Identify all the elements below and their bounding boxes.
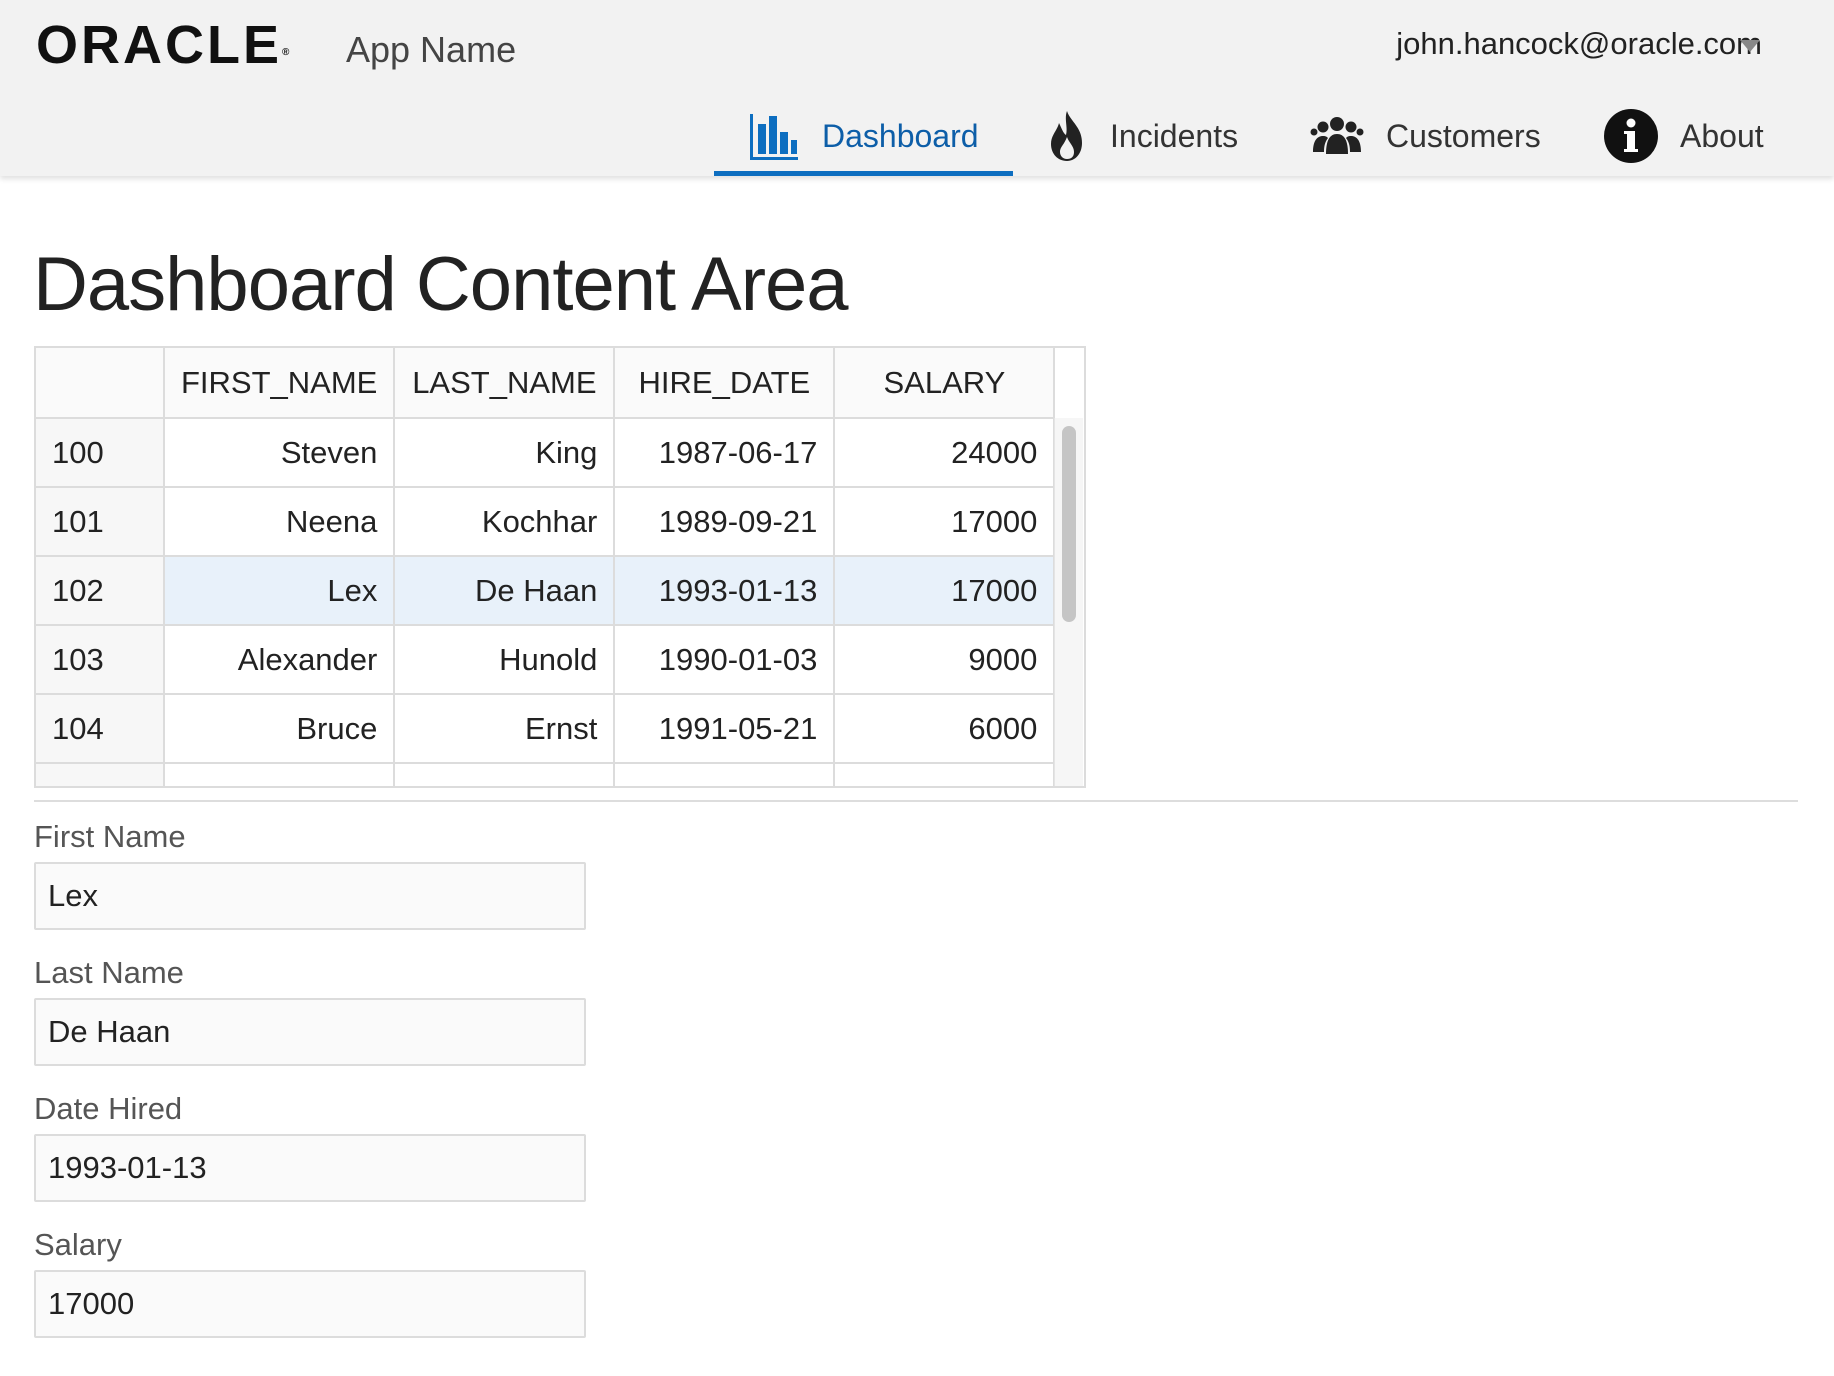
- salary-field[interactable]: [34, 1270, 586, 1338]
- info-icon: [1604, 109, 1658, 163]
- cell-salary[interactable]: 6000: [834, 694, 1056, 764]
- table-row[interactable]: 100 Steven King 1987-06-17 24000: [36, 418, 1056, 488]
- corner-header: [36, 348, 165, 419]
- cell-hire-date[interactable]: 1991-05-21: [614, 694, 836, 764]
- cell-first-name[interactable]: Neena: [164, 487, 396, 557]
- column-header-hire-date[interactable]: HIRE_DATE: [614, 348, 836, 419]
- cell-last-name[interactable]: Ernst: [394, 694, 616, 764]
- last-name-field[interactable]: [34, 998, 586, 1066]
- first-name-label: First Name: [34, 819, 186, 854]
- table-row-partial[interactable]: [36, 763, 1056, 786]
- cell-salary[interactable]: 24000: [834, 418, 1056, 488]
- cell-last-name[interactable]: Kochhar: [394, 487, 616, 557]
- tab-customers[interactable]: Customers: [1310, 96, 1541, 176]
- tab-dashboard[interactable]: Dashboard: [714, 96, 1013, 176]
- row-header: [36, 763, 165, 786]
- cell-salary[interactable]: 17000: [834, 556, 1056, 626]
- row-header: 103: [36, 625, 165, 695]
- nav-bar: Dashboard Incidents Customers About: [0, 96, 1834, 176]
- cell-first-name[interactable]: Bruce: [164, 694, 396, 764]
- cell-hire-date[interactable]: 1987-06-17: [614, 418, 836, 488]
- page-title: Dashboard Content Area: [33, 242, 849, 327]
- row-header: 102: [36, 556, 165, 626]
- cell-hire-date[interactable]: 1993-01-13: [614, 556, 836, 626]
- row-header: 104: [36, 694, 165, 764]
- date-hired-field[interactable]: [34, 1134, 586, 1202]
- tab-incidents[interactable]: Incidents: [1046, 96, 1238, 176]
- app-header: ORACLE® App Name john.hancock@oracle.com…: [0, 0, 1834, 176]
- cell-salary[interactable]: 17000: [834, 487, 1056, 557]
- table-row-selected[interactable]: 102 Lex De Haan 1993-01-13 17000: [36, 556, 1056, 626]
- cell-first-name[interactable]: Alexander: [164, 625, 396, 695]
- last-name-label: Last Name: [34, 955, 184, 990]
- cell-last-name[interactable]: De Haan: [394, 556, 616, 626]
- cell-first-name[interactable]: Steven: [164, 418, 396, 488]
- table-row[interactable]: 103 Alexander Hunold 1990-01-03 9000: [36, 625, 1056, 695]
- user-menu-button[interactable]: john.hancock@oracle.com: [1396, 24, 1762, 64]
- cell-empty: [834, 763, 1056, 786]
- app-name: App Name: [346, 29, 517, 70]
- cell-hire-date[interactable]: 1989-09-21: [614, 487, 836, 557]
- column-header-first-name[interactable]: FIRST_NAME: [164, 348, 396, 419]
- chevron-down-icon[interactable]: [1740, 40, 1760, 52]
- table-scrollbar-thumb[interactable]: [1062, 426, 1076, 622]
- bar-chart-icon: [748, 110, 800, 162]
- fire-icon: [1046, 109, 1088, 163]
- employee-table[interactable]: FIRST_NAME LAST_NAME HIRE_DATE SALARY 10…: [34, 346, 1086, 788]
- cell-empty: [614, 763, 836, 786]
- divider: [34, 800, 1798, 802]
- cell-empty: [394, 763, 616, 786]
- row-header: 101: [36, 487, 165, 557]
- column-header-last-name[interactable]: LAST_NAME: [394, 348, 616, 419]
- tab-about[interactable]: About: [1604, 96, 1764, 176]
- table-row[interactable]: 104 Bruce Ernst 1991-05-21 6000: [36, 694, 1056, 764]
- cell-empty: [164, 763, 396, 786]
- cell-salary[interactable]: 9000: [834, 625, 1056, 695]
- cell-first-name[interactable]: Lex: [164, 556, 396, 626]
- table-header-row: FIRST_NAME LAST_NAME HIRE_DATE SALARY: [36, 348, 1056, 419]
- row-header: 100: [36, 418, 165, 488]
- table-row[interactable]: 101 Neena Kochhar 1989-09-21 17000: [36, 487, 1056, 557]
- date-hired-label: Date Hired: [34, 1091, 183, 1126]
- tab-customers-label: Customers: [1386, 117, 1541, 154]
- tab-dashboard-label: Dashboard: [822, 117, 979, 154]
- tab-incidents-label: Incidents: [1110, 117, 1239, 154]
- cell-last-name[interactable]: Hunold: [394, 625, 616, 695]
- first-name-field[interactable]: [34, 862, 586, 930]
- column-header-salary[interactable]: SALARY: [834, 348, 1056, 419]
- cell-last-name[interactable]: King: [394, 418, 616, 488]
- oracle-logo[interactable]: ORACLE®: [36, 14, 289, 76]
- people-icon: [1310, 116, 1364, 156]
- tab-about-label: About: [1680, 117, 1764, 154]
- cell-hire-date[interactable]: 1990-01-03: [614, 625, 836, 695]
- salary-label: Salary: [34, 1227, 122, 1262]
